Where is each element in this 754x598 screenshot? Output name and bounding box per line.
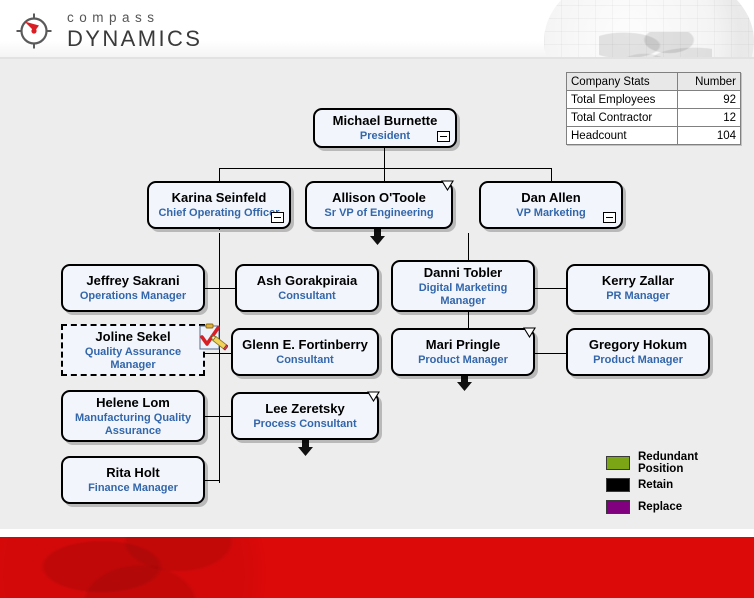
org-node-consultant-ash[interactable]: Ash Gorakpiraia Consultant [235,264,379,312]
node-title: Sr VP of Engineering [324,207,434,219]
node-title: Finance Manager [88,482,178,494]
stat-value: 12 [677,108,741,127]
collapse-toggle[interactable] [271,212,284,223]
stat-value: 92 [677,90,741,109]
compass-icon [15,12,53,50]
org-chart-page: compass DYNAMICS Company Stats Number To… [0,0,754,598]
node-name: Rita Holt [106,465,160,480]
legend-swatch-retain [606,477,630,492]
node-title: Consultant [278,290,336,302]
node-name: Allison O'Toole [332,190,426,205]
stat-label: Headcount [566,126,678,145]
node-name: Lee Zeretsky [265,401,345,416]
col-header-stat: Company Stats [566,72,678,91]
node-name: Dan Allen [521,190,581,205]
org-node-pr-manager[interactable]: Kerry Zallar PR Manager [566,264,710,312]
org-node-consultant-glenn[interactable]: Glenn E. Fortinberry Consultant [231,328,379,376]
chart-canvas: Company Stats Number Total Employees 92 To… [0,59,754,529]
table-header-row: Company Stats Number [566,72,741,91]
org-node-coo[interactable]: Karina Seinfeld Chief Operating Officer [147,181,291,229]
node-name: Kerry Zallar [601,273,675,288]
node-name: Ash Gorakpiraia [256,273,358,288]
node-title: Digital Marketing Manager [418,281,508,307]
legend-label: Retain [638,478,674,491]
org-node-manufacturing-quality-assurance[interactable]: Helene Lom Manufacturing Quality Assuran… [61,390,205,442]
org-node-process-consultant[interactable]: Lee Zeretsky Process Consultant [231,389,380,440]
node-name: Gregory Hokum [588,337,688,352]
table-row: Total Employees 92 [566,90,741,109]
node-title: Manufacturing Quality Assurance [74,411,192,437]
stat-label: Total Contractor [566,108,678,127]
collapse-toggle[interactable] [437,131,450,142]
table-row: Total Contractor 12 [566,108,741,127]
node-title: Consultant [276,354,334,366]
node-title: PR Manager [606,290,670,302]
legend: Redundant Position Retain Replace [606,450,746,519]
company-logo[interactable]: compass DYNAMICS [15,8,265,52]
node-name: Joline Sekel [95,328,171,344]
footer-map-watermark-icon [0,537,300,598]
page-header: compass DYNAMICS [0,0,754,57]
legend-label: Redundant Position [638,450,699,475]
logo-text-bottom: DYNAMICS [67,26,203,51]
table-row: Headcount 104 [566,126,741,145]
node-title: Product Manager [593,354,683,366]
logo-text-top: compass [67,10,160,25]
clipboard-check-pencil-icon[interactable] [198,323,229,353]
down-arrow-marker [456,375,473,391]
node-name: Karina Seinfeld [171,190,267,205]
node-name: Danni Tobler [423,264,503,280]
node-title: President [359,130,411,142]
logo-wordmark: compass DYNAMICS [67,10,202,51]
node-title: Quality Assurance Manager [84,345,182,371]
node-title: Operations Manager [79,290,187,302]
org-node-product-manager-gregory[interactable]: Gregory Hokum Product Manager [566,328,710,376]
chevron-down-icon[interactable] [441,178,454,192]
down-arrow-marker [369,229,386,245]
globe-watermark-icon [544,0,754,57]
org-node-president[interactable]: Michael Burnette President [313,108,457,148]
col-header-number: Number [677,72,741,91]
chevron-down-icon[interactable] [367,389,380,403]
down-arrow-marker [297,440,314,456]
node-name: Jeffrey Sakrani [86,273,180,288]
legend-label: Replace [638,500,683,513]
legend-swatch-replace [606,499,630,514]
page-footer [0,537,754,598]
org-node-finance-manager[interactable]: Rita Holt Finance Manager [61,456,205,504]
org-node-vp-marketing[interactable]: Dan Allen VP Marketing [479,181,623,229]
node-name: Mari Pringle [425,337,501,352]
org-node-operations-manager[interactable]: Jeffrey Sakrani Operations Manager [61,264,205,312]
org-node-quality-assurance-manager[interactable]: Joline Sekel Quality Assurance Manager [61,324,205,376]
company-stats-table: Company Stats Number Total Employees 92 To… [566,72,741,145]
node-title: Product Manager [418,354,508,366]
legend-item: Retain [606,475,746,494]
stat-value: 104 [677,126,741,145]
legend-swatch-redundant [606,455,630,470]
node-name: Glenn E. Fortinberry [242,337,368,352]
legend-item: Replace [606,497,746,516]
org-node-product-manager-mari[interactable]: Mari Pringle Product Manager [391,325,536,376]
stat-label: Total Employees [566,90,678,109]
node-name: Helene Lom [96,394,170,410]
node-title: VP Marketing [516,207,586,219]
collapse-toggle[interactable] [603,212,616,223]
org-node-sr-vp-engineering[interactable]: Allison O'Toole Sr VP of Engineering [305,178,454,229]
node-title: Process Consultant [253,418,357,430]
legend-item: Redundant Position [606,450,746,475]
node-name: Michael Burnette [332,113,438,128]
org-node-digital-marketing-manager[interactable]: Danni Tobler Digital Marketing Manager [391,260,535,312]
node-title: Chief Operating Officer [158,207,280,219]
chevron-down-icon[interactable] [523,325,536,339]
